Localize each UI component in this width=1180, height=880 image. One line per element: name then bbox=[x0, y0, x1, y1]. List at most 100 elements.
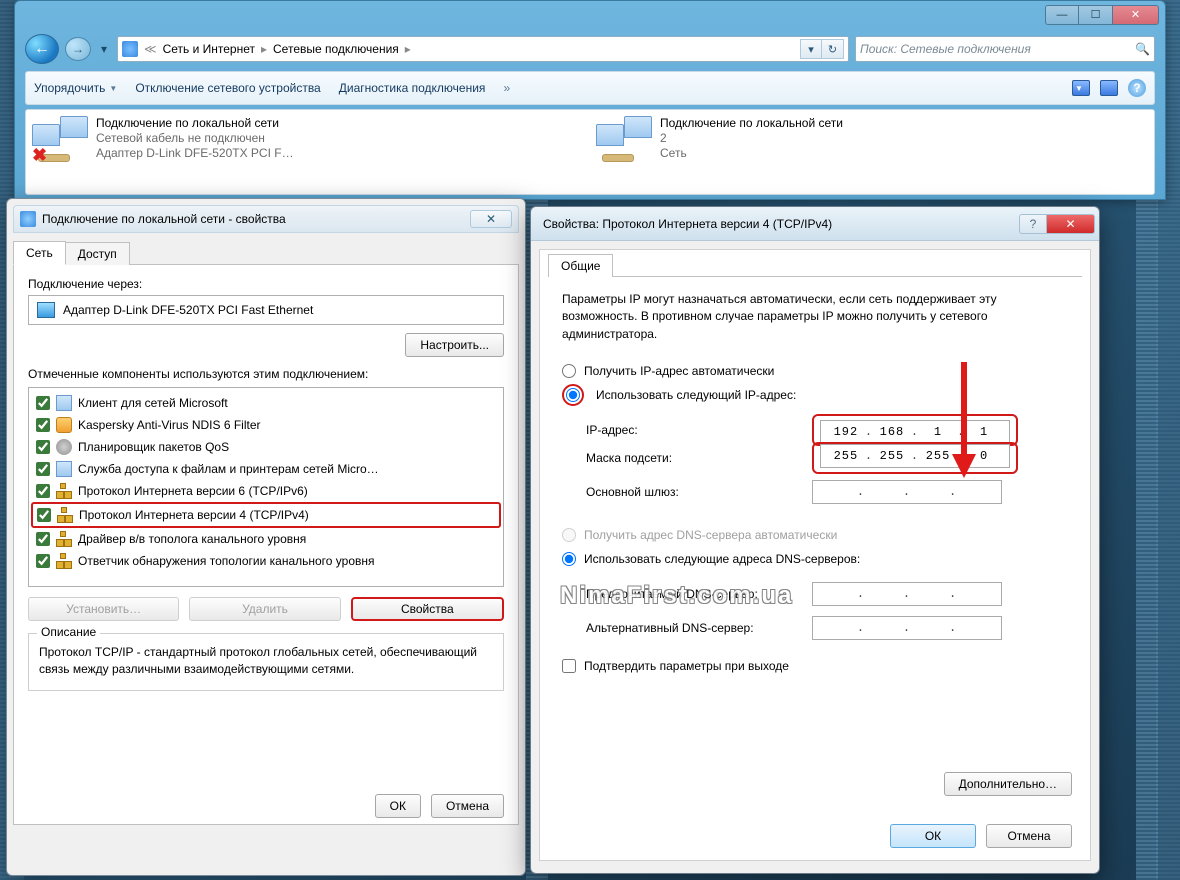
explorer-content: ✖ Подключение по локальной сети Сетевой … bbox=[25, 109, 1155, 195]
preview-pane-button[interactable] bbox=[1100, 80, 1118, 96]
connection-item[interactable]: Подключение по локальной сети 2 Сеть bbox=[596, 116, 1148, 188]
help-button[interactable]: ? bbox=[1019, 214, 1047, 234]
ip-dot: . bbox=[903, 587, 911, 601]
properties-button[interactable]: Свойства bbox=[351, 597, 504, 621]
remove-button[interactable]: Удалить bbox=[189, 597, 340, 621]
dialog-titlebar: Подключение по локальной сети - свойства… bbox=[13, 205, 519, 233]
annotation-arrow-icon bbox=[952, 362, 976, 478]
toolbar-diagnose[interactable]: Диагностика подключения bbox=[339, 81, 486, 95]
connect-via-label: Подключение через: bbox=[28, 277, 504, 291]
component-label: Служба доступа к файлам и принтерам сете… bbox=[78, 462, 379, 476]
search-input[interactable]: Поиск: Сетевые подключения 🔍 bbox=[855, 36, 1155, 62]
ip-octet[interactable]: 255 bbox=[873, 449, 911, 463]
ip-octet[interactable]: 192 bbox=[827, 425, 865, 439]
gateway-input[interactable]: ... bbox=[812, 480, 1002, 504]
component-item[interactable]: Драйвер в/в тополога канального уровня bbox=[31, 528, 501, 550]
nav-forward-button[interactable]: → bbox=[65, 37, 91, 61]
breadcrumb-sep: ≪ bbox=[144, 42, 157, 56]
radio-input[interactable] bbox=[562, 364, 576, 378]
ip-dot: . bbox=[911, 425, 919, 439]
ip-address-input[interactable]: 192.168.1.1 bbox=[820, 420, 1010, 444]
radio-label: Использовать следующий IP-адрес: bbox=[596, 388, 796, 402]
configure-button[interactable]: Настроить... bbox=[405, 333, 504, 357]
tab-general[interactable]: Общие bbox=[548, 254, 613, 277]
ok-button[interactable]: ОК bbox=[375, 794, 421, 818]
description-text: Протокол TCP/IP - стандартный протокол г… bbox=[39, 644, 493, 678]
cancel-button[interactable]: Отмена bbox=[986, 824, 1072, 848]
ip-dot: . bbox=[903, 485, 911, 499]
nic-icon bbox=[37, 302, 55, 318]
toolbar-organize[interactable]: Упорядочить▼ bbox=[34, 81, 117, 95]
confirm-on-exit[interactable]: Подтвердить параметры при выходе bbox=[562, 659, 1068, 673]
radio-ip-manual[interactable]: Использовать следующий IP-адрес: bbox=[562, 383, 1068, 407]
nav-history-dropdown[interactable]: ▾ bbox=[97, 42, 111, 56]
breadcrumb-item[interactable]: Сетевые подключения bbox=[273, 42, 399, 56]
gateway-label: Основной шлюз: bbox=[586, 485, 796, 499]
ip-dot: . bbox=[949, 621, 957, 635]
net-icon bbox=[57, 507, 73, 523]
advanced-button[interactable]: Дополнительно… bbox=[944, 772, 1072, 796]
address-bar[interactable]: ≪ Сеть и Интернет ▸ Сетевые подключения … bbox=[117, 36, 849, 62]
component-checkbox[interactable] bbox=[36, 532, 50, 546]
component-label: Kaspersky Anti-Virus NDIS 6 Filter bbox=[78, 418, 261, 432]
toolbar-overflow[interactable]: » bbox=[503, 81, 510, 95]
ip-dot: . bbox=[903, 621, 911, 635]
connection-item[interactable]: ✖ Подключение по локальной сети Сетевой … bbox=[32, 116, 584, 188]
nav-back-button[interactable]: ← bbox=[25, 34, 59, 64]
network-adapter-icon: ✖ bbox=[32, 116, 88, 164]
component-item[interactable]: Планировщик пакетов QoS bbox=[31, 436, 501, 458]
dialog-title: Подключение по локальной сети - свойства bbox=[42, 212, 286, 226]
ip-octet[interactable]: 168 bbox=[873, 425, 911, 439]
ip-octet[interactable]: 255 bbox=[827, 449, 865, 463]
view-icons-button[interactable]: ▼ bbox=[1072, 80, 1090, 96]
dns2-input[interactable]: ... bbox=[812, 616, 1002, 640]
component-item[interactable]: Протокол Интернета версии 6 (TCP/IPv6) bbox=[31, 480, 501, 502]
minimize-button[interactable]: — bbox=[1045, 5, 1079, 25]
dialog-icon bbox=[20, 211, 36, 227]
refresh-button[interactable]: ↻ bbox=[822, 39, 844, 59]
components-list[interactable]: Клиент для сетей Microsoft Kaspersky Anti… bbox=[28, 387, 504, 587]
dns1-input[interactable]: ... bbox=[812, 582, 1002, 606]
component-checkbox[interactable] bbox=[36, 440, 50, 454]
maximize-button[interactable]: ☐ bbox=[1079, 5, 1113, 25]
component-item[interactable]: Ответчик обнаружения топологии канальног… bbox=[31, 550, 501, 572]
addressbar-dropdown[interactable]: ▾ bbox=[800, 39, 822, 59]
cancel-button[interactable]: Отмена bbox=[431, 794, 504, 818]
checkbox-input[interactable] bbox=[562, 659, 576, 673]
component-label: Клиент для сетей Microsoft bbox=[78, 396, 228, 410]
install-button[interactable]: Установить… bbox=[28, 597, 179, 621]
ok-button[interactable]: ОК bbox=[890, 824, 976, 848]
dialog-tabs: Сеть Доступ bbox=[13, 239, 519, 265]
component-item[interactable]: Kaspersky Anti-Virus NDIS 6 Filter bbox=[31, 414, 501, 436]
component-checkbox[interactable] bbox=[36, 554, 50, 568]
tab-network[interactable]: Сеть bbox=[13, 241, 66, 265]
component-item[interactable]: Протокол Интернета версии 4 (TCP/IPv4) bbox=[31, 502, 501, 528]
radio-dns-manual[interactable]: Использовать следующие адреса DNS-сервер… bbox=[562, 547, 1068, 571]
radio-ip-auto[interactable]: Получить IP-адрес автоматически bbox=[562, 359, 1068, 383]
component-checkbox[interactable] bbox=[37, 508, 51, 522]
radio-input[interactable] bbox=[562, 552, 576, 566]
connection-adapter: Сеть bbox=[660, 146, 843, 160]
component-checkbox[interactable] bbox=[36, 418, 50, 432]
dialog-title: Свойства: Протокол Интернета версии 4 (T… bbox=[543, 217, 832, 231]
net-icon bbox=[56, 553, 72, 569]
component-checkbox[interactable] bbox=[36, 484, 50, 498]
subnet-mask-label: Маска подсети: bbox=[586, 451, 796, 465]
component-item[interactable]: Клиент для сетей Microsoft bbox=[31, 392, 501, 414]
help-button[interactable]: ? bbox=[1128, 79, 1146, 97]
component-item[interactable]: Служба доступа к файлам и принтерам сете… bbox=[31, 458, 501, 480]
component-checkbox[interactable] bbox=[36, 462, 50, 476]
close-button[interactable]: ✕ bbox=[1047, 214, 1095, 234]
toolbar-disable-device[interactable]: Отключение сетевого устройства bbox=[135, 81, 320, 95]
breadcrumb-item[interactable]: Сеть и Интернет bbox=[163, 42, 255, 56]
subnet-mask-input[interactable]: 255.255.255.0 bbox=[820, 444, 1010, 468]
close-button[interactable]: ✕ bbox=[1113, 5, 1159, 25]
radio-input bbox=[562, 528, 576, 542]
close-button[interactable]: ✕ bbox=[470, 210, 512, 228]
tab-access[interactable]: Доступ bbox=[65, 242, 130, 265]
component-checkbox[interactable] bbox=[36, 396, 50, 410]
window-controls: ? ✕ bbox=[1019, 214, 1095, 234]
description-legend: Описание bbox=[37, 625, 100, 639]
highlight-ring bbox=[562, 384, 584, 406]
radio-input[interactable] bbox=[566, 388, 580, 402]
